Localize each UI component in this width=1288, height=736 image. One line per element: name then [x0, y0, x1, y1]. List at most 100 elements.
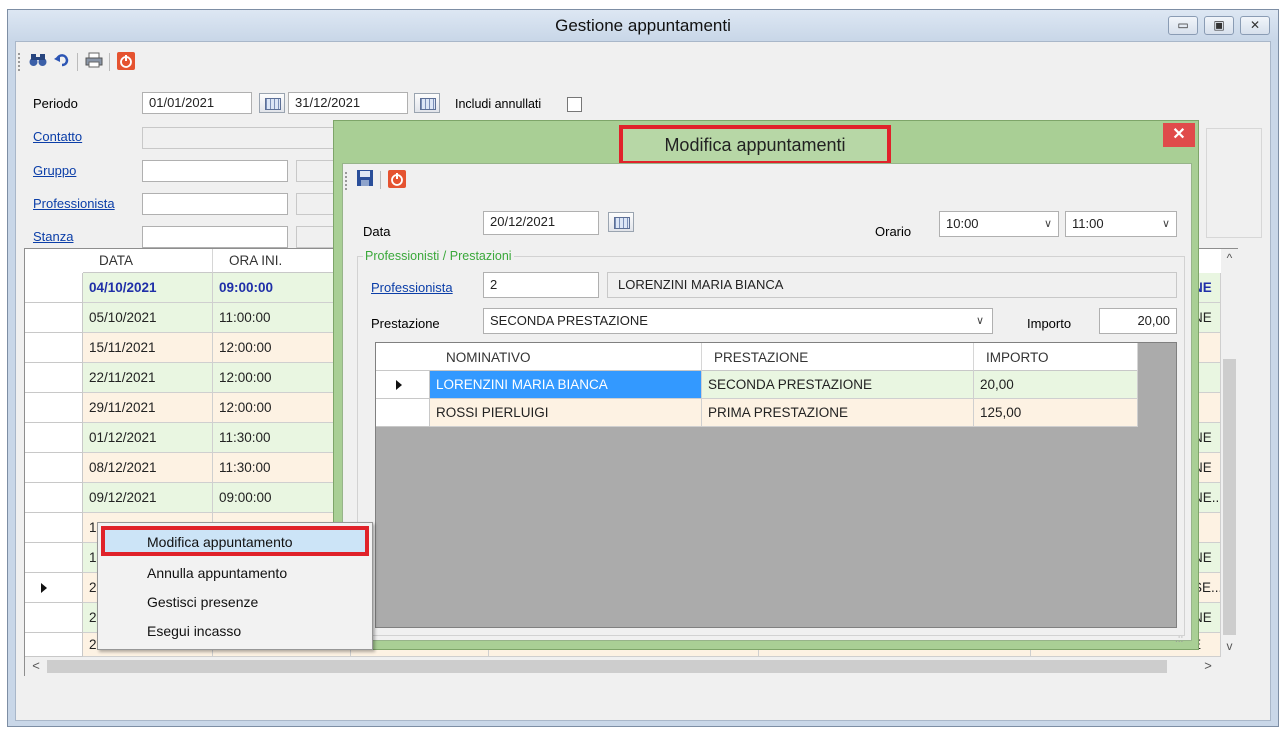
- prestazione-select[interactable]: SECONDA PRESTAZIONE ∨: [483, 308, 993, 334]
- calendar-icon: [614, 217, 630, 229]
- calendar-icon: [420, 98, 436, 110]
- chevron-down-icon: ∨: [1161, 218, 1170, 230]
- cell-data[interactable]: 22/11/2021: [83, 363, 213, 393]
- menu-item-annulla-appuntamento[interactable]: Annulla appuntamento: [101, 559, 369, 587]
- horizontal-scrollbar[interactable]: < >: [25, 657, 1238, 676]
- row-header[interactable]: [25, 633, 83, 657]
- calendar-from-button[interactable]: [259, 93, 285, 113]
- date-from-field[interactable]: 01/01/2021: [142, 92, 252, 114]
- minimize-button[interactable]: ▭: [1168, 16, 1198, 35]
- row-header[interactable]: [25, 603, 83, 633]
- cell-data[interactable]: 15/11/2021: [83, 333, 213, 363]
- gruppo-link[interactable]: Gruppo: [33, 161, 76, 181]
- prestazioni-grid[interactable]: NOMINATIVO PRESTAZIONE IMPORTO LORENZINI…: [375, 342, 1177, 628]
- gruppo-code-field[interactable]: [142, 160, 288, 182]
- printer-icon[interactable]: [84, 52, 104, 72]
- row-header[interactable]: [25, 363, 83, 393]
- close-button[interactable]: ✕: [1240, 16, 1270, 35]
- cell-data[interactable]: 29/11/2021: [83, 393, 213, 423]
- row-header[interactable]: [25, 573, 83, 603]
- vertical-scrollbar[interactable]: ^ v: [1221, 249, 1238, 657]
- vertical-scroll-thumb[interactable]: [1223, 359, 1236, 635]
- professionista-link[interactable]: Professionista: [371, 278, 453, 298]
- professionista-code-field[interactable]: 2: [483, 272, 599, 298]
- cell-data[interactable]: 01/12/2021: [83, 423, 213, 453]
- professionista-link[interactable]: Professionista: [33, 194, 115, 214]
- date-to-field[interactable]: 31/12/2021: [288, 92, 408, 114]
- menu-item-modifica-appuntamento[interactable]: Modifica appuntamento: [101, 528, 369, 556]
- cell-ora-ini[interactable]: 12:00:00: [213, 363, 351, 393]
- contatto-field[interactable]: [142, 127, 342, 149]
- professionista-code-field[interactable]: [142, 193, 288, 215]
- restore-button[interactable]: ▣: [1204, 16, 1234, 35]
- cell-ora-ini[interactable]: 09:00:00: [213, 273, 351, 303]
- column-header-data[interactable]: DATA: [83, 249, 213, 273]
- cell-ora-ini[interactable]: 11:30:00: [213, 453, 351, 483]
- menu-item-esegui-incasso[interactable]: Esegui incasso: [101, 617, 369, 645]
- data-field[interactable]: 20/12/2021: [483, 211, 599, 235]
- row-header[interactable]: [25, 303, 83, 333]
- cell-ora-ini[interactable]: 11:30:00: [213, 423, 351, 453]
- row-header[interactable]: [25, 453, 83, 483]
- cell-nominativo[interactable]: LORENZINI MARIA BIANCA: [430, 371, 702, 399]
- cell-data[interactable]: 08/12/2021: [83, 453, 213, 483]
- prestazione-value: SECONDA PRESTAZIONE: [490, 313, 648, 328]
- column-header-prestazione[interactable]: PRESTAZIONE: [702, 343, 974, 371]
- toolbar-grip[interactable]: [18, 53, 21, 71]
- main-titlebar[interactable]: Gestione appuntamenti ▭ ▣ ✕: [8, 10, 1278, 40]
- cell-ora-ini[interactable]: 12:00:00: [213, 333, 351, 363]
- orario-to-select[interactable]: 11:00 ∨: [1065, 211, 1177, 237]
- row-header[interactable]: [25, 393, 83, 423]
- dialog-close-button[interactable]: ✕: [1163, 123, 1195, 147]
- cell-importo[interactable]: 20,00: [974, 371, 1138, 399]
- context-menu: Modifica appuntamento Annulla appuntamen…: [97, 522, 373, 650]
- periodo-label: Periodo: [33, 96, 78, 111]
- contatto-link[interactable]: Contatto: [33, 127, 82, 147]
- cell-ora-ini[interactable]: 12:00:00: [213, 393, 351, 423]
- row-header[interactable]: [25, 483, 83, 513]
- row-header[interactable]: [376, 371, 430, 399]
- scroll-down-button[interactable]: v: [1221, 639, 1238, 655]
- cell-importo[interactable]: 125,00: [974, 399, 1138, 427]
- row-header[interactable]: [25, 333, 83, 363]
- prestazioni-body: LORENZINI MARIA BIANCA SECONDA PRESTAZION…: [376, 371, 1138, 431]
- cell-ora-ini[interactable]: 11:00:00: [213, 303, 351, 333]
- group-label: Professionisti / Prestazioni: [363, 249, 514, 263]
- save-icon[interactable]: [355, 170, 375, 190]
- power-icon[interactable]: [387, 170, 407, 190]
- cell-prestazione[interactable]: PRIMA PRESTAZIONE: [702, 399, 974, 427]
- cell-nominativo[interactable]: ROSSI PIERLUIGI: [430, 399, 702, 427]
- toolbar-grip[interactable]: [345, 172, 348, 190]
- importo-field[interactable]: 20,00: [1099, 308, 1177, 334]
- row-header[interactable]: [25, 273, 83, 303]
- column-header-ora-ini[interactable]: ORA INI.: [213, 249, 351, 273]
- cell-data[interactable]: 09/12/2021: [83, 483, 213, 513]
- resize-grip[interactable]: .::: [1175, 634, 1183, 645]
- row-header[interactable]: [376, 399, 430, 427]
- scroll-left-button[interactable]: <: [29, 658, 43, 674]
- menu-item-gestisci-presenze[interactable]: Gestisci presenze: [101, 588, 369, 616]
- horizontal-scroll-thumb[interactable]: [47, 660, 1167, 673]
- stanza-code-field[interactable]: [142, 226, 288, 248]
- scroll-right-button[interactable]: >: [1201, 658, 1215, 674]
- stanza-link[interactable]: Stanza: [33, 227, 73, 247]
- cell-ora-ini[interactable]: 09:00:00: [213, 483, 351, 513]
- power-icon[interactable]: [116, 52, 136, 72]
- professionista-name-field[interactable]: LORENZINI MARIA BIANCA: [607, 272, 1177, 298]
- column-header-nominativo[interactable]: NOMINATIVO: [430, 343, 702, 371]
- column-header-importo[interactable]: IMPORTO: [974, 343, 1138, 371]
- data-calendar-button[interactable]: [608, 212, 634, 232]
- row-header[interactable]: [25, 543, 83, 573]
- undo-icon[interactable]: [52, 52, 72, 72]
- binoculars-icon[interactable]: [28, 52, 48, 72]
- includi-annullati-checkbox[interactable]: [567, 97, 582, 112]
- cell-data[interactable]: 05/10/2021: [83, 303, 213, 333]
- scroll-up-button[interactable]: ^: [1221, 251, 1238, 267]
- row-header[interactable]: [25, 423, 83, 453]
- cell-prestazione[interactable]: SECONDA PRESTAZIONE: [702, 371, 974, 399]
- data-label: Data: [363, 224, 391, 239]
- row-header[interactable]: [25, 513, 83, 543]
- orario-from-select[interactable]: 10:00 ∨: [939, 211, 1059, 237]
- calendar-to-button[interactable]: [414, 93, 440, 113]
- cell-data[interactable]: 04/10/2021: [83, 273, 213, 303]
